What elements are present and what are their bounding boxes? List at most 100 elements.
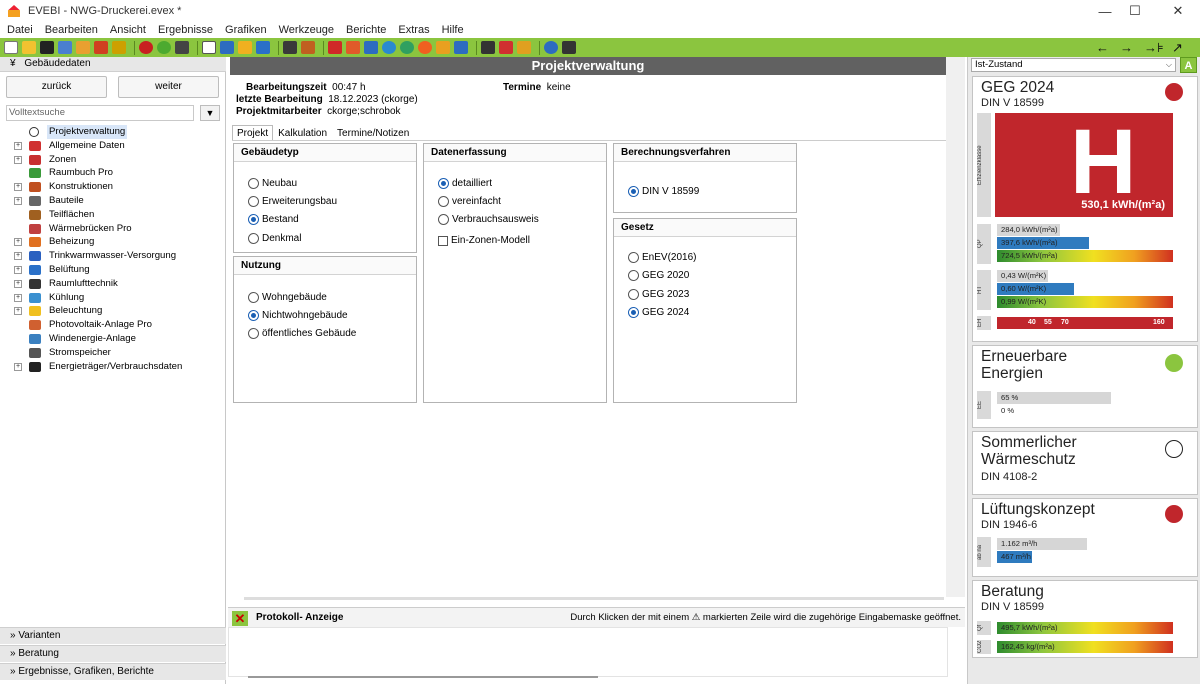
expand-icon[interactable]: +	[14, 279, 22, 288]
copy-icon[interactable]	[58, 41, 72, 54]
forward-arrow-icon[interactable]: →	[1120, 38, 1133, 57]
house-outline-icon[interactable]	[517, 41, 531, 54]
radio-din-v-18599[interactable]: DIN V 18599	[628, 186, 699, 197]
menu-berichte[interactable]: Berichte	[340, 24, 392, 36]
tab-termine-notizen[interactable]: Termine/Notizen	[332, 125, 414, 140]
expand-icon[interactable]: +	[14, 293, 22, 302]
save-icon[interactable]	[40, 41, 54, 54]
radio-neubau[interactable]: Neubau	[248, 178, 297, 189]
maximize-button[interactable]: ☐	[1115, 0, 1155, 22]
pass-icon[interactable]	[112, 41, 126, 54]
tree-item-windenergie-anlage[interactable]: Windenergie-Anlage	[12, 332, 222, 346]
radio-nichtwohngebaeude[interactable]: Nichtwohngebäude	[248, 310, 348, 321]
protokoll-scrollbar[interactable]	[248, 676, 598, 678]
tree-item-belüftung[interactable]: + Belüftung	[12, 263, 222, 277]
close-button[interactable]: ✕	[1158, 0, 1198, 22]
info-sheet-icon[interactable]	[364, 41, 378, 54]
geg-card[interactable]: GEG 2024 DIN V 18599 Effizienzklasse H 5…	[972, 76, 1198, 342]
erneuerbare-energien-card[interactable]: Erneuerbare Energien EE 65 % 0 %	[972, 345, 1198, 428]
expand-icon[interactable]: +	[14, 196, 22, 205]
menu-extras[interactable]: Extras	[392, 24, 435, 36]
tree-item-teilflächen[interactable]: Teilflächen	[12, 208, 222, 222]
radio-wohngebaeude[interactable]: Wohngebäude	[248, 292, 327, 303]
tree-item-trinkwarmwasser-versorgung[interactable]: + Trinkwarmwasser-Versorgung	[12, 249, 222, 263]
tree-item-beheizung[interactable]: + Beheizung	[12, 235, 222, 249]
tree-item-raumlufttechnik[interactable]: + Raumlufttechnik	[12, 277, 222, 291]
varianten-section[interactable]: » Varianten	[0, 627, 226, 644]
horizontal-scrollbar[interactable]	[244, 597, 944, 600]
filter-icon[interactable]: ▼	[200, 105, 220, 121]
radio-geg-2020[interactable]: GEG 2020	[628, 270, 689, 281]
menu-datei[interactable]: Datei	[0, 24, 39, 36]
expand-icon[interactable]: +	[14, 155, 22, 164]
a-button[interactable]: A	[1180, 57, 1197, 73]
sigma-icon[interactable]	[256, 41, 270, 54]
tree-item-photovoltaik-anlage-pro[interactable]: Photovoltaik-Anlage Pro	[12, 318, 222, 332]
import-icon[interactable]	[76, 41, 90, 54]
tree-item-allgemeine-daten[interactable]: + Allgemeine Daten	[12, 139, 222, 153]
tree-item-stromspeicher[interactable]: Stromspeicher	[12, 346, 222, 360]
forward-end-icon[interactable]: →⊧	[1144, 38, 1164, 57]
tree-icon[interactable]	[283, 41, 297, 54]
calculator-icon[interactable]	[562, 41, 576, 54]
tree-item-bauteile[interactable]: + Bauteile	[12, 194, 222, 208]
sum-icon[interactable]	[238, 41, 252, 54]
beratung-section[interactable]: » Beratung	[0, 645, 226, 662]
report-icon[interactable]	[481, 41, 495, 54]
menu-ergebnisse[interactable]: Ergebnisse	[152, 24, 219, 36]
tree-item-beleuchtung[interactable]: + Beleuchtung	[12, 304, 222, 318]
back-arrow-icon[interactable]: ←	[1096, 38, 1109, 57]
radio-geg-2024[interactable]: GEG 2024	[628, 307, 689, 318]
radio-enev-2016[interactable]: EnEV(2016)	[628, 252, 696, 263]
lightning-icon[interactable]	[436, 41, 450, 54]
radio-geg-2023[interactable]: GEG 2023	[628, 289, 689, 300]
zoom-icon[interactable]	[382, 41, 396, 54]
radio-denkmal[interactable]: Denkmal	[248, 233, 301, 244]
gebaeudedaten-header[interactable]: ¥ Gebäudedaten	[0, 57, 226, 72]
grid-icon[interactable]	[454, 41, 468, 54]
wand-icon[interactable]	[175, 41, 189, 54]
expand-icon[interactable]: +	[14, 141, 22, 150]
menu-hilfe[interactable]: Hilfe	[436, 24, 470, 36]
tree-item-energieträger-verbrauchsdaten[interactable]: + Energieträger/Verbrauchsdaten	[12, 360, 222, 374]
tree-item-konstruktionen[interactable]: + Konstruktionen	[12, 180, 222, 194]
tree-item-wärmebrücken-pro[interactable]: Wärmebrücken Pro	[12, 222, 222, 236]
scenario-select[interactable]: Ist-Zustand ⌵	[971, 58, 1176, 72]
tab-kalkulation[interactable]: Kalkulation	[273, 125, 332, 140]
radio-erweiterungsbau[interactable]: Erweiterungsbau	[248, 196, 337, 207]
beratung-card[interactable]: Beratung DIN V 18599 Qf CO2 495,7 kWh/(m²a…	[972, 580, 1198, 658]
forward-button[interactable]: weiter	[118, 76, 219, 98]
radio-bestand[interactable]: Bestand	[248, 214, 299, 225]
open-folder-icon[interactable]	[22, 41, 36, 54]
redo-icon[interactable]	[157, 41, 171, 54]
radio-vereinfacht[interactable]: vereinfacht	[438, 196, 501, 207]
menu-werkzeuge[interactable]: Werkzeuge	[273, 24, 340, 36]
tree-item-projektverwaltung[interactable]: Projektverwaltung	[12, 125, 222, 139]
menu-ansicht[interactable]: Ansicht	[104, 24, 152, 36]
tree-item-kühlung[interactable]: + Kühlung	[12, 291, 222, 305]
radio-oeffentliches-gebaeude[interactable]: öffentliches Gebäude	[248, 328, 356, 339]
expand-icon[interactable]: +	[14, 307, 22, 316]
chart-icon[interactable]	[346, 41, 360, 54]
ergebnisse-section[interactable]: » Ergebnisse, Grafiken, Berichte	[0, 663, 226, 680]
checkbox-ein-zonen-modell[interactable]: Ein-Zonen-Modell	[438, 235, 530, 246]
radio-detailliert[interactable]: detailliert	[438, 178, 492, 189]
tab-projekt[interactable]: Projekt	[232, 125, 274, 140]
close-icon[interactable]: ✕	[232, 611, 248, 626]
menu-bearbeiten[interactable]: Bearbeiten	[39, 24, 104, 36]
expand-icon[interactable]: +	[14, 183, 22, 192]
fulltext-search-input[interactable]: Volltextsuche	[6, 105, 194, 121]
lueftungskonzept-card[interactable]: Lüftungskonzept DIN 1946-6 ab na 1.162 m…	[972, 498, 1198, 577]
certificate-icon[interactable]	[499, 41, 513, 54]
expand-icon[interactable]: +	[14, 252, 22, 261]
new-file-icon[interactable]	[4, 41, 18, 54]
globe-icon[interactable]	[400, 41, 414, 54]
trend-chart-icon[interactable]: ↗	[1172, 38, 1183, 57]
layers-icon[interactable]	[301, 41, 315, 54]
sommerlicher-waermeschutz-card[interactable]: Sommerlicher Wärmeschutz DIN 4108-2	[972, 431, 1198, 495]
help-icon[interactable]	[544, 41, 558, 54]
expand-icon[interactable]: +	[14, 238, 22, 247]
protokoll-list[interactable]	[228, 627, 948, 677]
vertical-scrollbar[interactable]	[946, 57, 965, 597]
sun-icon[interactable]	[418, 41, 432, 54]
